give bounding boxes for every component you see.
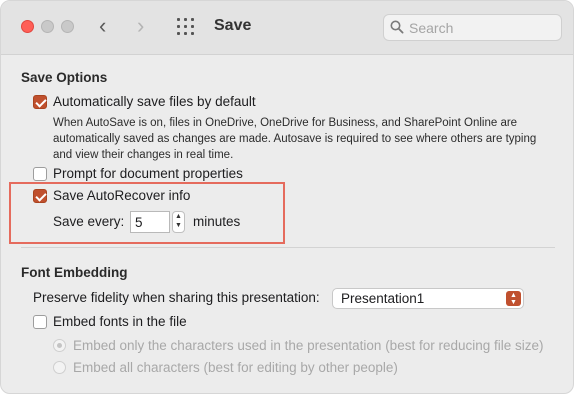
autorecover-label[interactable]: Save AutoRecover info <box>53 188 190 203</box>
stepper-up-icon[interactable]: ▲ <box>173 212 184 221</box>
chevron-right-icon[interactable]: › <box>137 14 144 38</box>
zoom-window-button[interactable] <box>61 20 74 33</box>
minutes-label: minutes <box>193 214 241 229</box>
search-input[interactable] <box>409 19 554 37</box>
autorecover-checkbox[interactable] <box>33 189 47 203</box>
select-arrows-icon: ▲ ▼ <box>506 291 521 306</box>
preferences-window: ‹ › Save Save Options Automatically save… <box>0 0 574 394</box>
embed-fonts-checkbox[interactable] <box>33 315 47 329</box>
presentation-select-value: Presentation1 <box>341 291 425 306</box>
minimize-window-button[interactable] <box>41 20 54 33</box>
presentation-select[interactable]: Presentation1 ▲ ▼ <box>332 288 524 309</box>
embed-all-characters-label[interactable]: Embed all characters (best for editing b… <box>73 360 398 375</box>
close-window-button[interactable] <box>21 20 34 33</box>
font-embedding-heading: Font Embedding <box>21 265 128 280</box>
autosave-checkbox[interactable] <box>33 95 47 109</box>
title-bar: ‹ › Save <box>1 1 573 55</box>
autorecover-minutes-input[interactable] <box>135 214 167 230</box>
embed-used-characters-radio[interactable] <box>53 339 66 352</box>
embed-used-characters-label[interactable]: Embed only the characters used in the pr… <box>73 338 544 353</box>
minutes-stepper[interactable]: ▲ ▼ <box>172 211 185 233</box>
preserve-fidelity-label: Preserve fidelity when sharing this pres… <box>33 290 320 305</box>
search-field[interactable] <box>383 14 562 41</box>
embed-fonts-label[interactable]: Embed fonts in the file <box>53 314 187 329</box>
section-divider <box>21 247 555 248</box>
save-every-label: Save every: <box>53 214 125 229</box>
show-all-grid-icon[interactable] <box>177 18 195 36</box>
autorecover-minutes-field[interactable] <box>130 211 170 233</box>
prompt-properties-checkbox[interactable] <box>33 167 47 181</box>
autosave-description: When AutoSave is on, files in OneDrive, … <box>53 117 537 161</box>
chevron-left-icon[interactable]: ‹ <box>99 14 106 38</box>
save-options-heading: Save Options <box>21 70 108 85</box>
prompt-properties-label[interactable]: Prompt for document properties <box>53 166 243 181</box>
search-icon <box>390 20 404 34</box>
window-title: Save <box>214 17 252 34</box>
stepper-down-icon[interactable]: ▼ <box>173 221 184 230</box>
embed-all-characters-radio[interactable] <box>53 361 66 374</box>
autosave-label[interactable]: Automatically save files by default <box>53 94 256 109</box>
